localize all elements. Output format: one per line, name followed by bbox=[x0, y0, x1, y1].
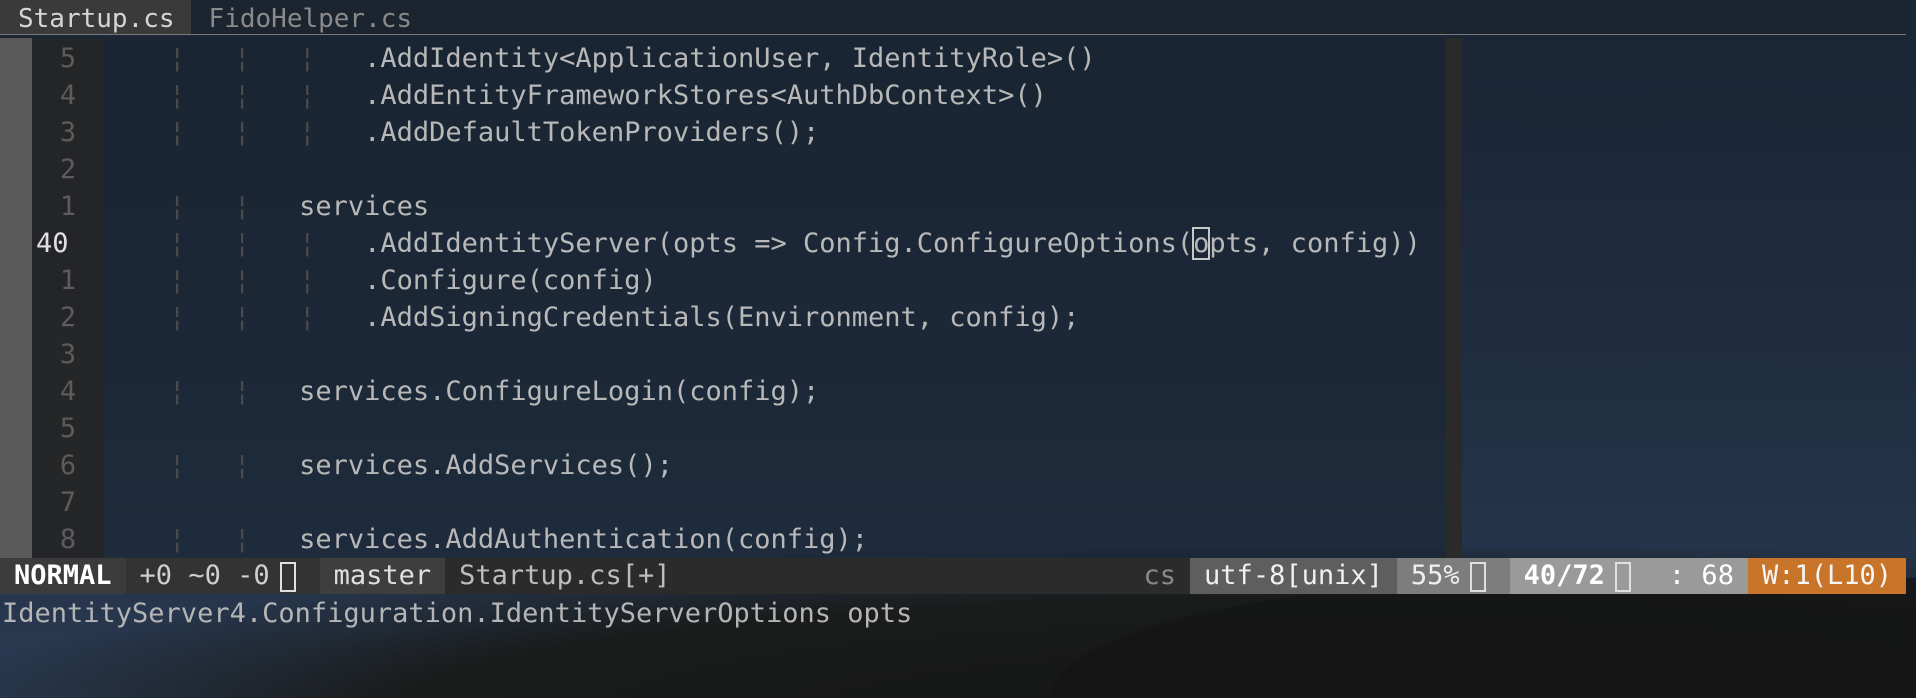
cursor-column: : 68 bbox=[1654, 558, 1748, 594]
code-line[interactable]: 1 ¦ ¦ services bbox=[0, 188, 1460, 225]
branch-icon bbox=[279, 561, 296, 592]
code-text: ¦ ¦ services.AddServices(); bbox=[104, 447, 673, 484]
git-hunks-text: +0 ~0 -0 bbox=[139, 560, 270, 591]
code-content: services.AddAuthentication(config); bbox=[299, 524, 869, 555]
line-number: 40 bbox=[36, 228, 69, 259]
status-filename: Startup.cs[+] bbox=[445, 558, 1130, 594]
file-encoding: utf-8[unix] bbox=[1190, 558, 1397, 594]
scroll-percent: 55% bbox=[1396, 558, 1510, 594]
line-number: 1 bbox=[59, 265, 77, 296]
warning-indicator[interactable]: W:1(L10) bbox=[1747, 558, 1906, 594]
indent-guides: ¦ ¦ bbox=[169, 376, 300, 407]
code-line[interactable]: 8 ¦ ¦ services.AddAuthentication(config)… bbox=[0, 521, 1460, 558]
line-number: 3 bbox=[59, 339, 77, 370]
code-content: .AddEntityFrameworkStores<AuthDbContext>… bbox=[364, 80, 1047, 111]
code-line[interactable]: 6 ¦ ¦ services.AddServices(); bbox=[0, 447, 1460, 484]
indent-guides: ¦ ¦ ¦ bbox=[169, 117, 365, 148]
line-icon bbox=[1469, 561, 1486, 592]
code-content: .AddIdentity<ApplicationUser, IdentityRo… bbox=[364, 43, 1096, 74]
line-number: 3 bbox=[59, 117, 77, 148]
code-line[interactable]: 5 ¦ ¦ ¦ .AddIdentity<ApplicationUser, Id… bbox=[0, 40, 1460, 77]
line-number: 2 bbox=[59, 302, 77, 333]
code-line[interactable]: 2 ¦ ¦ ¦ .AddSigningCredentials(Environme… bbox=[0, 299, 1460, 336]
code-content: .AddDefaultTokenProviders(); bbox=[364, 117, 820, 148]
filetype: cs bbox=[1129, 558, 1191, 594]
cursor-position: 40/72 bbox=[1509, 558, 1655, 594]
code-text: ¦ ¦ services.ConfigureLogin(config); bbox=[104, 373, 819, 410]
line-number: 1 bbox=[59, 191, 77, 222]
code-before-cursor: .AddIdentityServer(opts => Config.Config… bbox=[364, 228, 1194, 259]
line-number: 7 bbox=[59, 487, 77, 518]
command-line[interactable]: IdentityServer4.Configuration.IdentitySe… bbox=[2, 596, 912, 632]
tab-startup-cs[interactable]: Startup.cs bbox=[0, 0, 191, 34]
line-number: 2 bbox=[59, 154, 77, 185]
line-number: 6 bbox=[59, 450, 77, 481]
code-line[interactable]: 2 bbox=[0, 151, 1460, 188]
code-line[interactable]: 4 ¦ ¦ ¦ .AddEntityFrameworkStores<AuthDb… bbox=[0, 77, 1460, 114]
code-line[interactable]: 3 ¦ ¦ ¦ .AddDefaultTokenProviders(); bbox=[0, 114, 1460, 151]
code-after-cursor: pts, config)) bbox=[1209, 228, 1421, 259]
code-line[interactable]: 7 bbox=[0, 484, 1460, 521]
code-text: ¦ ¦ services bbox=[104, 188, 429, 225]
text-cursor: o bbox=[1192, 227, 1211, 260]
indent-guides: ¦ ¦ ¦ bbox=[169, 228, 365, 259]
git-hunks: +0 ~0 -0 bbox=[125, 558, 320, 594]
code-content: .Configure(config) bbox=[364, 265, 657, 296]
mode-indicator: NORMAL bbox=[0, 558, 126, 594]
code-line[interactable]: 4 ¦ ¦ services.ConfigureLogin(config); bbox=[0, 373, 1460, 410]
scroll-percent-text: 55% bbox=[1410, 560, 1460, 591]
indent-guides: ¦ ¦ ¦ bbox=[169, 43, 365, 74]
indent-guides: ¦ ¦ bbox=[169, 450, 300, 481]
code-content: .AddSigningCredentials(Environment, conf… bbox=[364, 302, 1080, 333]
code-text: ¦ ¦ ¦ .Configure(config) bbox=[104, 262, 657, 299]
code-text: ¦ ¦ ¦ .AddEntityFrameworkStores<AuthDbCo… bbox=[104, 77, 1047, 114]
line-number: 5 bbox=[59, 413, 77, 444]
cursor-position-text: 40/72 bbox=[1523, 560, 1605, 591]
indent-guides: ¦ ¦ ¦ bbox=[169, 265, 365, 296]
code-text: ¦ ¦ ¦ .AddIdentityServer(opts => Config.… bbox=[104, 225, 1421, 262]
code-text: ¦ ¦ services.AddAuthentication(config); bbox=[104, 521, 868, 558]
line-number: 5 bbox=[59, 43, 77, 74]
status-line: NORMAL +0 ~0 -0 master Startup.cs[+] cs … bbox=[0, 558, 1906, 594]
code-text: ¦ ¦ ¦ .AddIdentity<ApplicationUser, Iden… bbox=[104, 40, 1096, 77]
column-icon bbox=[1614, 561, 1631, 592]
indent-guides: ¦ ¦ bbox=[169, 191, 300, 222]
indent-guides: ¦ ¦ ¦ bbox=[169, 80, 365, 111]
indent-guides: ¦ ¦ bbox=[169, 524, 300, 555]
code-content: services.ConfigureLogin(config); bbox=[299, 376, 820, 407]
tab-bar: Startup.cs FidoHelper.cs bbox=[0, 0, 1906, 35]
git-branch: master bbox=[319, 558, 446, 594]
code-line[interactable]: 5 bbox=[0, 410, 1460, 447]
line-number: 8 bbox=[59, 524, 77, 555]
current-line[interactable]: 40 ¦ ¦ ¦ .AddIdentityServer(opts => Conf… bbox=[0, 225, 1460, 262]
code-text: ¦ ¦ ¦ .AddDefaultTokenProviders(); bbox=[104, 114, 819, 151]
line-number: 4 bbox=[59, 376, 77, 407]
code-content: services.AddServices(); bbox=[299, 450, 673, 481]
code-line[interactable]: 1 ¦ ¦ ¦ .Configure(config) bbox=[0, 262, 1460, 299]
code-line[interactable]: 3 bbox=[0, 336, 1460, 373]
indent-guides: ¦ ¦ ¦ bbox=[169, 302, 365, 333]
code-text: ¦ ¦ ¦ .AddSigningCredentials(Environment… bbox=[104, 299, 1079, 336]
tab-fidohelper-cs[interactable]: FidoHelper.cs bbox=[191, 0, 429, 34]
line-number: 4 bbox=[59, 80, 77, 111]
code-content: services bbox=[299, 191, 430, 222]
